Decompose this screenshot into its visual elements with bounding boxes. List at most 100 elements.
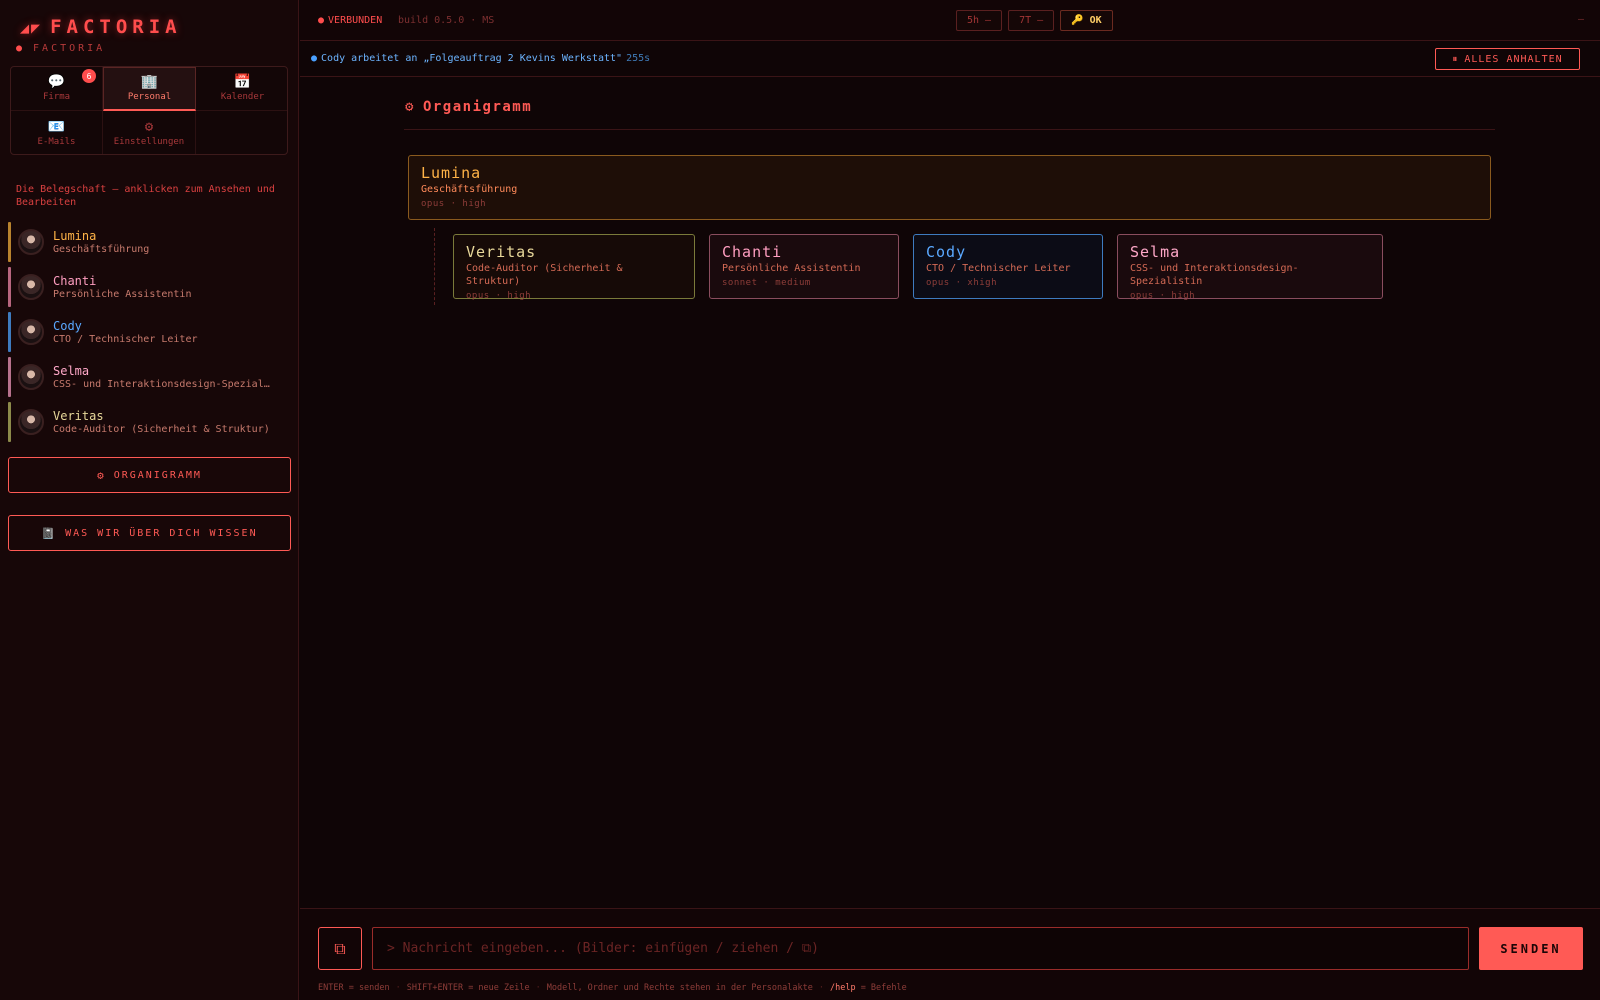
hint-help-command[interactable]: /help bbox=[830, 983, 856, 993]
org-node-model: sonnet · medium bbox=[722, 278, 811, 288]
staff-name: Chanti bbox=[53, 273, 97, 288]
attach-icon: ⧉ bbox=[334, 938, 346, 958]
org-node-model: opus · high bbox=[466, 291, 532, 301]
staff-role: Code-Auditor (Sicherheit & Struktur) bbox=[53, 423, 270, 435]
chat-icon: 💬 bbox=[47, 74, 66, 90]
staff-list: Lumina Geschäftsführung Chanti Persönlic… bbox=[8, 220, 290, 445]
organigram-button[interactable]: ⚙ ORGANIGRAMM bbox=[8, 457, 291, 493]
usage-5h-pill[interactable]: 5h – bbox=[956, 10, 1003, 31]
staff-name: Cody bbox=[53, 318, 82, 333]
hint-separator: · bbox=[818, 983, 824, 993]
org-node-selma[interactable]: Selma CSS- und Interaktionsdesign-Spezia… bbox=[1117, 234, 1383, 301]
app-subtitle: ● FACTORIA bbox=[16, 43, 105, 54]
org-node-chanti[interactable]: Chanti Persönliche Assistentin sonnet · … bbox=[709, 234, 899, 299]
staff-item-cody[interactable]: Cody CTO / Technischer Leiter bbox=[8, 310, 290, 354]
staff-color-bar bbox=[8, 267, 11, 307]
gear-icon: ⚙ bbox=[405, 99, 415, 115]
staff-item-chanti[interactable]: Chanti Persönliche Assistentin bbox=[8, 265, 290, 309]
unread-badge: 6 bbox=[82, 69, 96, 83]
build-info: build 0.5.0 · MS bbox=[398, 15, 495, 26]
nav-item-label: Firma bbox=[42, 92, 71, 102]
org-node-cody[interactable]: Cody CTO / Technischer Leiter opus · xhi… bbox=[913, 234, 1103, 299]
page-title-text: Organigramm bbox=[422, 99, 533, 115]
staff-item-veritas[interactable]: Veritas Code-Auditor (Sicherheit & Struk… bbox=[8, 400, 290, 444]
pause-all-button[interactable]: ⏸ ALLES ANHALTEN bbox=[1435, 48, 1580, 70]
hint-shift-enter: SHIFT+ENTER = neue Zeile bbox=[406, 983, 530, 993]
nav-item-personal[interactable]: 🏢 Personal bbox=[103, 67, 196, 111]
hint-enter: ENTER = senden bbox=[318, 983, 390, 993]
org-node-name: Veritas bbox=[466, 243, 537, 261]
main-nav: 💬 Firma 6 🏢 Personal 📅 Kalender 📧 E-Mail… bbox=[10, 66, 288, 155]
activity-bar: ● Cody arbeitet an „Folgeauftrag 2 Kevins… bbox=[300, 41, 1600, 77]
page-title: ⚙ Organigramm bbox=[405, 99, 532, 115]
nav-item-emails[interactable]: 📧 E-Mails bbox=[11, 111, 103, 154]
attach-image-button[interactable]: ⧉ bbox=[318, 927, 362, 970]
app-subtitle-text: FACTORIA bbox=[33, 43, 106, 54]
org-node-role: CSS- und Interaktionsdesign-Spezialistin bbox=[1130, 263, 1299, 287]
status-dot-icon: ● bbox=[16, 43, 26, 54]
staff-color-bar bbox=[8, 312, 11, 352]
nav-item-firma[interactable]: 💬 Firma 6 bbox=[11, 67, 103, 111]
avatar bbox=[18, 409, 44, 435]
connection-status: ● VERBUNDEN bbox=[318, 15, 382, 26]
nav-item-einstellungen[interactable]: ⚙ Einstellungen bbox=[103, 111, 196, 154]
app-logo[interactable]: ◢◤ FACTORIA bbox=[20, 16, 182, 38]
org-node-name: Lumina bbox=[421, 164, 482, 182]
nav-empty-cell bbox=[196, 111, 287, 154]
key-icon: 🔑 bbox=[1071, 15, 1084, 26]
nav-item-label: Einstellungen bbox=[113, 136, 185, 147]
org-node-role: CTO / Technischer Leiter bbox=[926, 263, 1071, 274]
hint-separator: · bbox=[535, 983, 541, 993]
auth-status-text: OK bbox=[1089, 15, 1102, 26]
staff-hint: Die Belegschaft — anklicken zum Ansehen … bbox=[16, 184, 275, 208]
staff-role: Persönliche Assistentin bbox=[53, 288, 192, 300]
staff-role: CSS- und Interaktionsdesign-Speziali… bbox=[53, 378, 271, 390]
org-node-role: Persönliche Assistentin bbox=[722, 263, 861, 274]
org-node-veritas[interactable]: Veritas Code-Auditor (Sicherheit & Struk… bbox=[453, 234, 695, 301]
nav-item-kalender[interactable]: 📅 Kalender bbox=[196, 67, 287, 111]
hint-info: Modell, Ordner und Rechte stehen in der … bbox=[546, 983, 813, 993]
nav-item-label: Personal bbox=[127, 92, 172, 102]
pause-all-label: ALLES ANHALTEN bbox=[1464, 53, 1563, 65]
org-node-model: opus · xhigh bbox=[926, 278, 998, 288]
auth-status-pill[interactable]: 🔑 OK bbox=[1060, 10, 1113, 31]
staff-color-bar bbox=[8, 357, 11, 397]
gear-icon: ⚙ bbox=[97, 468, 106, 482]
top-bar: ● VERBUNDEN build 0.5.0 · MS 5h – 7T – 🔑 O… bbox=[300, 0, 1600, 41]
logo-mark-icon: ◢◤ bbox=[20, 19, 43, 37]
org-connector bbox=[434, 228, 435, 305]
org-node-name: Selma bbox=[1130, 243, 1181, 261]
pause-icon: ⏸ bbox=[1452, 53, 1459, 65]
notebook-icon: 📓 bbox=[41, 526, 58, 540]
send-button[interactable]: SENDEN bbox=[1479, 927, 1583, 970]
staff-name: Lumina bbox=[53, 228, 97, 243]
message-input[interactable] bbox=[372, 927, 1469, 970]
keyboard-hints: ENTER = senden · SHIFT+ENTER = neue Zeile ·… bbox=[318, 983, 907, 993]
knowledge-button[interactable]: 📓 WAS WIR ÜBER DICH WISSEN bbox=[8, 515, 291, 551]
title-divider bbox=[404, 129, 1495, 130]
avatar bbox=[18, 364, 44, 390]
org-node-name: Chanti bbox=[722, 243, 783, 261]
topbar-right-indicator: – bbox=[1577, 14, 1584, 25]
org-node-model: opus · high bbox=[1130, 291, 1196, 301]
staff-item-selma[interactable]: Selma CSS- und Interaktionsdesign-Spezia… bbox=[8, 355, 290, 399]
sidebar: ◢◤ FACTORIA ● FACTORIA 💬 Firma 6 🏢 Persona… bbox=[0, 0, 299, 1000]
staff-name: Selma bbox=[53, 363, 90, 378]
hint-separator: · bbox=[395, 983, 401, 993]
building-icon: 🏢 bbox=[140, 74, 159, 90]
activity-status: ● Cody arbeitet an „Folgeauftrag 2 Kevins… bbox=[311, 53, 650, 64]
org-node-lumina[interactable]: Lumina Geschäftsführung opus · high bbox=[408, 155, 1491, 220]
activity-timer: 255s bbox=[626, 53, 651, 64]
usage-pills: 5h – 7T – 🔑 OK bbox=[956, 10, 1113, 31]
nav-item-label: E-Mails bbox=[37, 136, 76, 147]
usage-7t-pill[interactable]: 7T – bbox=[1008, 10, 1055, 31]
message-composer: ⧉ SENDEN ENTER = senden · SHIFT+ENTER = ne… bbox=[300, 908, 1600, 1000]
calendar-icon: 📅 bbox=[233, 74, 252, 90]
organigram-button-label: ORGANIGRAMM bbox=[113, 469, 202, 481]
avatar bbox=[18, 229, 44, 255]
hint-help-description: = Befehle bbox=[860, 983, 907, 993]
staff-item-lumina[interactable]: Lumina Geschäftsführung bbox=[8, 220, 290, 264]
app-title: FACTORIA bbox=[50, 16, 182, 38]
email-icon: 📧 bbox=[47, 118, 66, 135]
org-node-role: Code-Auditor (Sicherheit & Struktur) bbox=[466, 263, 623, 287]
